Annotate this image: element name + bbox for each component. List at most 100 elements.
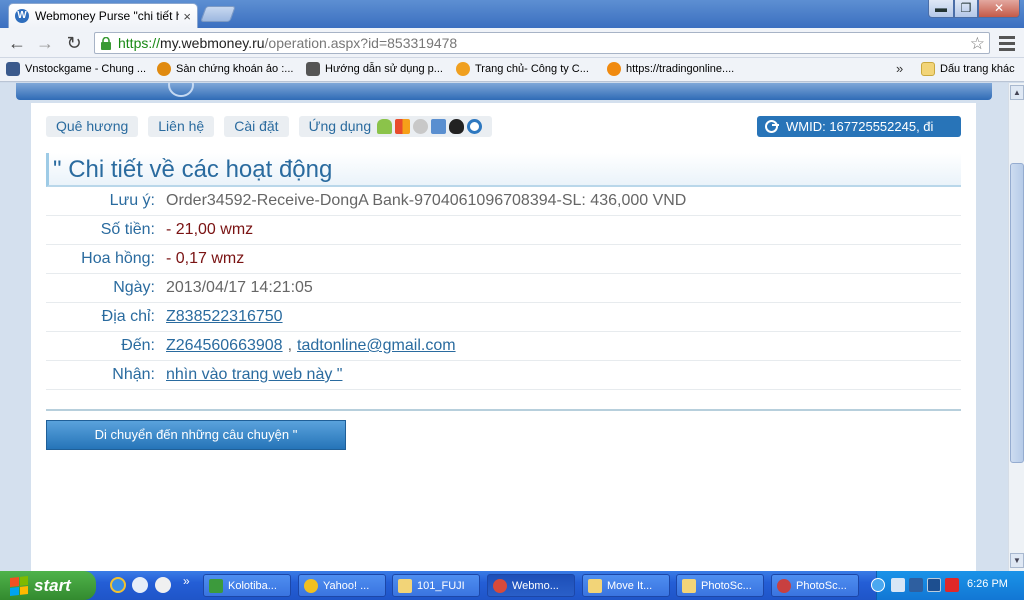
- back-arrow-icon[interactable]: ←: [6, 32, 28, 54]
- menu-contact[interactable]: Liên hệ: [148, 116, 215, 137]
- url-scheme: https://: [118, 35, 161, 51]
- bookmark-label: Trang chủ- Công ty C...: [475, 63, 589, 75]
- bookmark-item[interactable]: Vnstockgame - Chung ...: [6, 62, 146, 76]
- to-purse-link[interactable]: Z264560663908: [166, 337, 283, 354]
- taskbar-item-label: PhotoSc...: [796, 579, 847, 592]
- start-button[interactable]: start: [0, 571, 96, 600]
- network-icon[interactable]: [909, 578, 923, 592]
- taskbar-item[interactable]: PhotoSc...: [771, 574, 859, 597]
- bookmark-item[interactable]: Sàn chứng khoán ảo :...: [157, 62, 293, 76]
- bookmark-item[interactable]: Hướng dẫn sử dụng p...: [306, 62, 443, 76]
- browser-quicklaunch-icon[interactable]: [132, 577, 148, 593]
- amount-label: Số tiền:: [100, 221, 155, 238]
- bookmark-item[interactable]: Trang chủ- Công ty C...: [456, 62, 589, 76]
- linux-penguin-icon[interactable]: [449, 119, 465, 134]
- bookmark-star-icon[interactable]: ☆: [970, 34, 985, 54]
- to-email-link[interactable]: tadtonline@gmail.com: [297, 337, 456, 354]
- chrome-menu-icon[interactable]: [998, 33, 1016, 53]
- wmid-label: WMID: 167725552245, đi: [786, 119, 934, 134]
- monitor-icon[interactable]: [927, 578, 941, 592]
- vnstock-icon: [6, 62, 20, 76]
- history-button[interactable]: Di chuyển đến những câu chuyện ": [46, 420, 346, 450]
- receive-label: Nhận:: [112, 366, 155, 383]
- folder-icon: [921, 62, 935, 76]
- other-bookmarks-folder[interactable]: Dấu trang khác: [921, 62, 1015, 76]
- page-viewport: Quê hương Liên hệ Cài đặt Ứng dụng WMID:…: [0, 83, 1008, 571]
- tray-expand-icon[interactable]: [871, 578, 885, 592]
- address-bar[interactable]: https:// my.webmoney.ru /operation.aspx?…: [94, 32, 990, 54]
- note-label: Lưu ý:: [109, 192, 155, 209]
- menu-apps[interactable]: Ứng dụng: [298, 116, 493, 137]
- detail-row-address: Địa chỉ: Z838522316750: [46, 303, 961, 332]
- detail-row-receive: Nhận: nhìn vào trang web này ": [46, 361, 961, 390]
- start-label: start: [34, 575, 71, 595]
- title-bar: W Webmoney Purse "chi tiết ho × ▬ ❐ ✕: [0, 0, 1024, 28]
- detail-row-to: Đến: Z264560663908, tadtonline@gmail.com: [46, 332, 961, 361]
- url-path: /operation.aspx?id=853319478: [264, 35, 458, 51]
- spreadsheet-icon: [209, 578, 223, 593]
- maximize-button[interactable]: ❐: [954, 0, 978, 18]
- wmid-signout-button[interactable]: WMID: 167725552245, đi: [757, 116, 961, 137]
- taskbar-item[interactable]: PhotoSc...: [676, 574, 764, 597]
- taskbar: start » Kolotiba... Yahoo! ... 101_FUJI …: [0, 571, 1024, 600]
- minimize-button[interactable]: ▬: [928, 0, 954, 18]
- scroll-up-icon[interactable]: ▲: [1010, 85, 1024, 100]
- webmoney-favicon-icon: W: [15, 9, 29, 23]
- menu-settings[interactable]: Cài đặt: [224, 116, 289, 137]
- detail-row-commission: Hoa hồng: - 0,17 wmz: [46, 245, 961, 274]
- bookmark-item[interactable]: https://tradingonline....: [607, 62, 734, 76]
- webmoney-keeper-icon[interactable]: [467, 119, 483, 134]
- chrome-icon: [493, 578, 507, 593]
- mac-finder-icon[interactable]: [431, 119, 447, 134]
- detail-row-amount: Số tiền: - 21,00 wmz: [46, 216, 961, 245]
- close-window-button[interactable]: ✕: [978, 0, 1020, 18]
- taskbar-item-label: Move It...: [607, 579, 653, 592]
- taskbar-item-active[interactable]: Webmo...: [487, 574, 575, 597]
- radiation-icon: [157, 62, 171, 76]
- forward-arrow-icon[interactable]: →: [34, 32, 56, 54]
- date-value: 2013/04/17 14:21:05: [166, 279, 313, 296]
- reload-icon[interactable]: ↻: [63, 32, 85, 54]
- antivirus-icon[interactable]: [945, 578, 959, 592]
- top-menu: Quê hương Liên hệ Cài đặt Ứng dụng: [46, 116, 502, 138]
- vertical-scrollbar[interactable]: ▲ ▼: [1008, 83, 1024, 571]
- tab-close-icon[interactable]: ×: [183, 9, 191, 24]
- receive-link[interactable]: nhìn vào trang web này ": [166, 366, 342, 383]
- taskbar-item[interactable]: Kolotiba...: [203, 574, 291, 597]
- note-value: Order34592-Receive-DongA Bank-9704061096…: [166, 192, 687, 209]
- internet-explorer-icon[interactable]: [110, 577, 126, 593]
- to-label: Đến:: [121, 337, 155, 354]
- taskbar-item[interactable]: Move It...: [582, 574, 670, 597]
- firefox-icon: [456, 62, 470, 76]
- taskbar-item-label: Webmo...: [512, 579, 559, 592]
- firefox-icon: [607, 62, 621, 76]
- taskbar-item-label: Kolotiba...: [228, 579, 277, 592]
- other-bookmarks-label: Dấu trang khác: [940, 63, 1015, 75]
- quicklaunch-more-icon[interactable]: »: [183, 574, 190, 588]
- menu-home[interactable]: Quê hương: [46, 116, 139, 137]
- folder-icon: [588, 578, 602, 593]
- folder-icon: [398, 578, 412, 593]
- new-tab-button[interactable]: [200, 6, 236, 22]
- media-player-icon[interactable]: [155, 577, 171, 593]
- taskbar-item-label: PhotoSc...: [701, 579, 752, 592]
- taskbar-item[interactable]: Yahoo! ...: [298, 574, 386, 597]
- yahoo-messenger-icon: [304, 578, 318, 593]
- section-divider: [46, 409, 961, 411]
- tab-webmoney[interactable]: W Webmoney Purse "chi tiết ho ×: [8, 3, 198, 28]
- apple-icon[interactable]: [413, 119, 429, 134]
- windows-icon[interactable]: [395, 119, 411, 134]
- content-panel: Quê hương Liên hệ Cài đặt Ứng dụng WMID:…: [31, 103, 976, 571]
- scroll-down-icon[interactable]: ▼: [1010, 553, 1024, 568]
- to-separator: ,: [287, 337, 293, 354]
- address-purse-link[interactable]: Z838522316750: [166, 308, 283, 325]
- operation-details: Lưu ý: Order34592-Receive-DongA Bank-970…: [46, 187, 961, 390]
- tray-app-icon[interactable]: [891, 578, 905, 592]
- android-icon[interactable]: [377, 119, 393, 134]
- site-header-band: [16, 83, 992, 100]
- scrollbar-thumb[interactable]: [1010, 163, 1024, 463]
- taskbar-item-label: Yahoo! ...: [323, 579, 370, 592]
- bookmarks-overflow-icon[interactable]: »: [896, 61, 903, 76]
- page-title: " Chi tiết về các hoạt động: [46, 153, 961, 187]
- taskbar-item[interactable]: 101_FUJI: [392, 574, 480, 597]
